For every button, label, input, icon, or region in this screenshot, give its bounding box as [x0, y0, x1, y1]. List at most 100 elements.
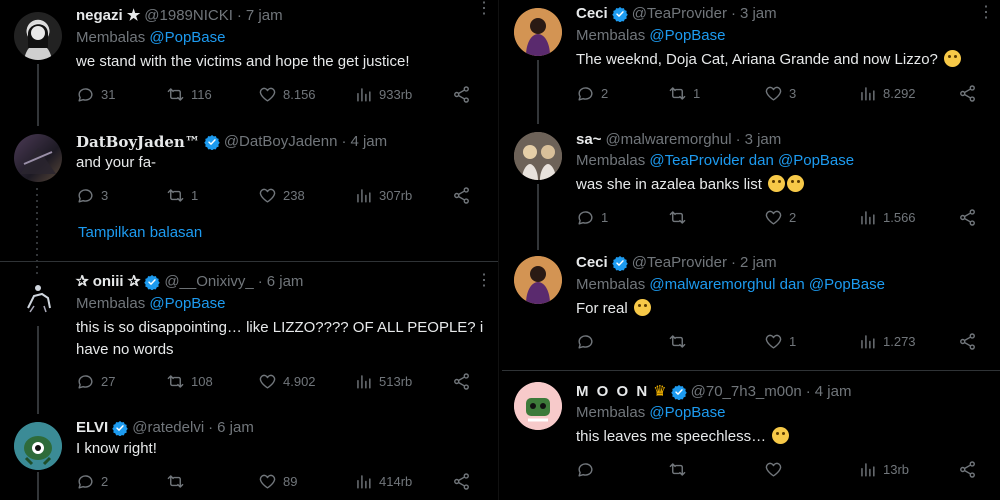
heart-icon [764, 84, 783, 103]
like-button[interactable]: 8.156 [258, 85, 354, 104]
replying-to-link[interactable]: @PopBase [149, 29, 225, 46]
reply-tweet[interactable]: ELVI @ratedelvi · 6 jam I know right! 2 … [0, 412, 498, 500]
replying-to-link[interactable]: @PopBase [149, 295, 225, 312]
reply-button[interactable] [576, 332, 668, 351]
views-button[interactable]: 933rb [354, 85, 452, 104]
reply-button[interactable]: 1 [576, 208, 668, 227]
share-button[interactable] [958, 460, 977, 479]
like-button[interactable] [764, 460, 858, 479]
show-replies-link[interactable]: Tampilkan balasan [78, 224, 202, 241]
views-icon [858, 84, 877, 103]
views-button[interactable]: 13rb [858, 460, 958, 479]
timestamp[interactable]: 7 jam [246, 6, 283, 26]
views-button[interactable]: 1.566 [858, 208, 958, 227]
replying-to: Membalas @PopBase [576, 403, 725, 423]
reply-tweet[interactable]: negazi ★ @1989NICKI · 7 jam ⋮ Membalas @… [0, 0, 498, 126]
more-options-icon[interactable]: ⋮ [978, 5, 994, 21]
user-handle[interactable]: @TeaProvider [632, 4, 727, 24]
timestamp[interactable]: 2 jam [740, 253, 777, 273]
user-handle[interactable]: @70_7h3_m00n [691, 382, 802, 402]
retweet-button[interactable]: 1 [668, 84, 764, 103]
like-button[interactable]: 1 [764, 332, 858, 351]
display-name[interactable]: ELVI [76, 418, 108, 438]
more-options-icon[interactable]: ⋮ [476, 1, 492, 17]
retweet-button[interactable] [668, 208, 764, 227]
views-button[interactable]: 414rb [354, 472, 452, 491]
like-button[interactable]: 3 [764, 84, 858, 103]
timestamp[interactable]: 6 jam [267, 272, 304, 292]
timestamp[interactable]: 6 jam [217, 418, 254, 438]
replying-to-link[interactable]: @PopBase [649, 27, 725, 44]
replying-to-link[interactable]: @PopBase [649, 404, 725, 421]
views-button[interactable]: 513rb [354, 372, 452, 391]
views-button[interactable]: 8.292 [858, 84, 958, 103]
display-name[interactable]: M O O N [576, 382, 649, 402]
reply-tweet[interactable]: Ceci @TeaProvider · 3 jam ⋮ Membalas @Po… [502, 0, 1000, 124]
avatar[interactable] [514, 382, 562, 430]
avatar[interactable] [514, 132, 562, 180]
share-button[interactable] [958, 84, 977, 103]
avatar[interactable] [14, 274, 62, 322]
display-name[interactable]: negazi ★ [76, 6, 140, 26]
user-handle[interactable]: @DatBoyJadenn [224, 132, 338, 152]
replying-prefix: Membalas [576, 27, 646, 44]
replying-to-link[interactable]: @malwaremorghul dan @PopBase [649, 276, 885, 293]
reply-button[interactable]: 27 [76, 372, 166, 391]
reply-tweet[interactable]: sa~ @malwaremorghul · 3 jam Membalas @Te… [502, 124, 1000, 250]
display-name[interactable]: Ceci [576, 253, 608, 273]
like-button[interactable]: 4.902 [258, 372, 354, 391]
crying-face-emoji-icon [633, 299, 651, 316]
reply-icon [576, 208, 595, 227]
user-handle[interactable]: @malwaremorghul [605, 130, 731, 150]
more-options-icon[interactable]: ⋮ [476, 273, 492, 289]
share-button[interactable] [452, 472, 471, 491]
share-button[interactable] [452, 186, 471, 205]
reply-tweet[interactable]: DatBoyJaden™ @DatBoyJadenn · 4 jam and y… [0, 126, 498, 286]
share-button[interactable] [958, 332, 977, 351]
avatar[interactable] [14, 422, 62, 470]
reply-button[interactable] [576, 460, 668, 479]
display-name[interactable]: sa~ [576, 130, 601, 150]
reply-tweet[interactable]: Ceci @TeaProvider · 2 jam Membalas @malw… [502, 248, 1000, 370]
retweet-button[interactable] [668, 460, 764, 479]
replying-prefix: Membalas [76, 295, 146, 312]
timestamp[interactable]: 3 jam [740, 4, 777, 24]
user-handle[interactable]: @1989NICKI [144, 6, 233, 26]
avatar[interactable] [14, 12, 62, 60]
avatar[interactable] [514, 256, 562, 304]
like-button[interactable]: 89 [258, 472, 354, 491]
retweet-icon [166, 472, 185, 491]
share-button[interactable] [958, 208, 977, 227]
reply-tweet[interactable]: ✰ oniii ✰ @__Onixivy_ · 6 jam ⋮ Membalas… [0, 262, 498, 414]
views-button[interactable]: 307rb [354, 186, 452, 205]
avatar[interactable] [514, 8, 562, 56]
retweet-button[interactable]: 116 [166, 85, 258, 104]
avatar[interactable] [14, 134, 62, 182]
share-button[interactable] [452, 85, 471, 104]
user-handle[interactable]: @__Onixivy_ [164, 272, 253, 292]
display-name[interactable]: DatBoyJaden™ [76, 132, 200, 152]
reply-button[interactable]: 3 [76, 186, 166, 205]
reply-button[interactable]: 31 [76, 85, 166, 104]
retweet-button[interactable] [668, 332, 764, 351]
retweet-button[interactable] [166, 472, 258, 491]
share-button[interactable] [452, 372, 471, 391]
user-handle[interactable]: @TeaProvider [632, 253, 727, 273]
user-handle[interactable]: @ratedelvi [132, 418, 204, 438]
retweet-button[interactable]: 108 [166, 372, 258, 391]
reply-button[interactable]: 2 [576, 84, 668, 103]
views-button[interactable]: 1.273 [858, 332, 958, 351]
like-button[interactable]: 2 [764, 208, 858, 227]
reply-button[interactable]: 2 [76, 472, 166, 491]
display-name[interactable]: ✰ oniii ✰ [76, 272, 140, 292]
display-name[interactable]: Ceci [576, 4, 608, 24]
reply-tweet[interactable]: M O O N ♛ @70_7h3_m00n · 4 jam Membalas … [502, 372, 1000, 500]
replying-to-link[interactable]: @TeaProvider dan @PopBase [649, 152, 854, 169]
like-button[interactable]: 238 [258, 186, 354, 205]
separator-dot: · [341, 133, 347, 150]
view-count: 1.566 [883, 210, 916, 225]
timestamp[interactable]: 4 jam [350, 132, 387, 152]
timestamp[interactable]: 3 jam [745, 130, 782, 150]
timestamp[interactable]: 4 jam [815, 382, 852, 402]
retweet-button[interactable]: 1 [166, 186, 258, 205]
